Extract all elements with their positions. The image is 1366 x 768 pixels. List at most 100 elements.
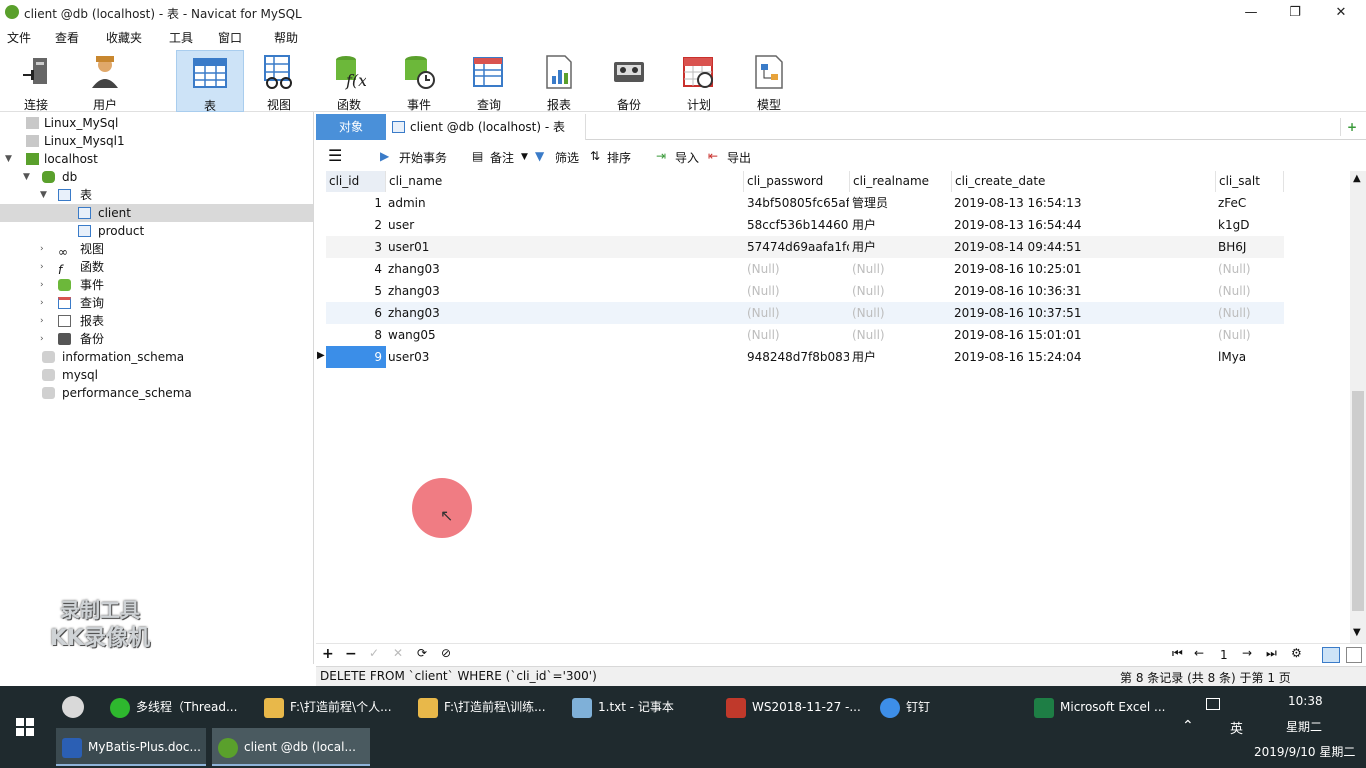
chevron-down-icon[interactable]: ▼ [23,168,30,186]
table-row[interactable]: 6 zhang03 (Null) (Null) 2019-08-16 10:37… [326,302,1284,324]
scrollbar-thumb[interactable] [1352,391,1364,611]
toolbar-model-button[interactable]: 模型 [736,50,802,112]
taskbar-item-ws2018[interactable]: WS2018-11-27 -... [720,688,861,726]
close-button[interactable]: ✕ [1318,2,1364,24]
sort-button[interactable]: 排序 [607,149,631,166]
column-header-cli-password[interactable]: cli_password [744,171,850,192]
tree-node-linux-mysql[interactable]: Linux_MySql [0,114,313,132]
tree-node-linux-mysql1[interactable]: Linux_Mysql1 [0,132,313,150]
tree-node-backups[interactable]: › 备份 [0,330,313,348]
filter-button[interactable]: 筛选 [555,149,579,166]
menu-favorites[interactable]: 收藏夹 [106,29,142,46]
table-row[interactable]: 4 zhang03 (Null) (Null) 2019-08-16 10:25… [326,258,1284,280]
table-row[interactable]: 2 user 58ccf536b144602 用户 2019-08-13 16:… [326,214,1284,236]
new-tab-icon[interactable]: + [1340,118,1360,136]
tree-node-information-schema[interactable]: information_schema [0,348,313,366]
table-row[interactable]: 3 user01 57474d69aafa1fc 用户 2019-08-14 0… [326,236,1284,258]
tree-node-queries[interactable]: › 查询 [0,294,313,312]
table-row[interactable]: 1 admin 34bf50805fc65af7 管理员 2019-08-13 … [326,192,1284,214]
tree-node-views[interactable]: › ∞ 视图 [0,240,313,259]
taskbar-item-dingtalk[interactable]: 钉钉 [874,688,1014,726]
taskbar-item-notepad[interactable]: 1.txt - 记事本 [566,688,706,726]
chevron-right-icon[interactable]: › [40,330,44,348]
restore-button[interactable]: ❐ [1272,2,1318,24]
column-header-cli-name[interactable]: cli_name [386,171,744,192]
toolbar-schedule-button[interactable]: 计划 [666,50,732,112]
tree-node-tables[interactable]: ▼ 表 [0,186,313,204]
refresh-icon[interactable]: ⟳ [417,646,427,660]
taskbar-item-folder-1[interactable]: F:\打造前程\个人... [258,688,398,726]
tree-node-performance-schema[interactable]: performance_schema [0,384,313,402]
pinned-app-icon[interactable] [62,696,84,718]
column-header-cli-salt[interactable]: cli_salt [1216,171,1284,192]
menu-help[interactable]: 帮助 [274,29,298,46]
tree-node-events[interactable]: › 事件 [0,276,313,294]
tree-node-db[interactable]: ▼ db [0,168,313,186]
menu-file[interactable]: 文件 [7,29,31,46]
settings-icon[interactable]: ⚙ [1291,646,1302,660]
taskbar-item-word[interactable]: MyBatis-Plus.doc... [56,728,206,766]
chevron-right-icon[interactable]: › [40,258,44,276]
stop-icon[interactable]: ⊘ [441,646,451,660]
tree-node-client[interactable]: client [0,204,313,222]
scroll-down-icon[interactable]: ▼ [1353,627,1361,638]
toolbar-user-button[interactable]: 用户 [72,50,138,112]
scroll-up-icon[interactable]: ▲ [1353,173,1361,184]
menu-view[interactable]: 查看 [55,29,79,46]
menu-tools[interactable]: 工具 [169,29,193,46]
note-button[interactable]: 备注 [490,149,514,166]
import-button[interactable]: 导入 [675,149,699,166]
chevron-down-icon[interactable]: ▼ [40,186,47,204]
tab-client-table[interactable]: client @db (localhost) - 表 [386,114,586,140]
taskbar-item-excel[interactable]: Microsoft Excel ... [1028,688,1168,726]
export-button[interactable]: 导出 [727,149,751,166]
menu-window[interactable]: 窗口 [218,29,242,46]
discard-icon[interactable]: ✕ [393,646,403,660]
taskbar-item-thread[interactable]: 多线程（Thread... [104,688,244,726]
minimize-button[interactable]: — [1228,2,1274,24]
network-icon[interactable] [1206,698,1220,710]
last-page-icon[interactable]: ⏭ [1266,646,1277,661]
taskbar-item-navicat[interactable]: client @db (local... [212,728,370,766]
column-header-cli-create-date[interactable]: cli_create_date [952,171,1216,192]
windows-start-icon[interactable] [16,718,34,736]
table-row[interactable]: 5 zhang03 (Null) (Null) 2019-08-16 10:36… [326,280,1284,302]
column-header-cli-id[interactable]: cli_id [326,171,386,192]
tab-objects[interactable]: 对象 [316,114,386,140]
toolbar-query-button[interactable]: 查询 [456,50,522,112]
delete-record-icon[interactable]: − [345,646,357,662]
form-view-icon[interactable] [1346,647,1362,663]
chevron-right-icon[interactable]: › [40,312,44,330]
vertical-scrollbar[interactable]: ▲ ▼ [1350,171,1366,643]
chevron-down-icon[interactable]: ▼ [5,150,12,168]
tree-node-product[interactable]: product [0,222,313,240]
table-row[interactable]: 9 user03 948248d7f8b083c 用户 2019-08-16 1… [326,346,1284,368]
chevron-right-icon[interactable]: › [40,240,44,258]
tree-node-mysql[interactable]: mysql [0,366,313,384]
toolbar-table-button[interactable]: 表 [176,50,244,113]
toolbar-function-button[interactable]: f(x) 函数 [316,50,382,112]
next-page-icon[interactable]: → [1242,646,1252,660]
toolbar-view-button[interactable]: 视图 [246,50,312,112]
previous-page-icon[interactable]: ← [1194,646,1204,660]
column-header-cli-realname[interactable]: cli_realname [850,171,952,192]
apply-icon[interactable]: ✓ [369,646,379,660]
grid-view-icon[interactable] [1322,647,1340,663]
tree-node-reports[interactable]: › 报表 [0,312,313,330]
page-number[interactable]: 1 [1220,648,1228,662]
add-record-icon[interactable]: + [322,646,334,662]
table-row[interactable]: 8 wang05 (Null) (Null) 2019-08-16 15:01:… [326,324,1284,346]
toolbar-report-button[interactable]: 报表 [526,50,592,112]
taskbar-item-folder-2[interactable]: F:\打造前程\训练... [412,688,552,726]
tree-node-functions[interactable]: › f 函数 [0,258,313,277]
begin-transaction-button[interactable]: 开始事务 [399,149,447,166]
tree-node-localhost[interactable]: ▼ localhost [0,150,313,168]
toolbar-connection-button[interactable]: 连接 [3,50,69,112]
first-page-icon[interactable]: ⏮ [1172,646,1183,661]
toolbar-backup-button[interactable]: 备份 [596,50,662,112]
menu-icon[interactable]: ☰ [328,146,342,165]
toolbar-event-button[interactable]: 事件 [386,50,452,112]
chevron-down-icon[interactable]: ▼ [521,152,528,162]
chevron-right-icon[interactable]: › [40,276,44,294]
chevron-right-icon[interactable]: › [40,294,44,312]
